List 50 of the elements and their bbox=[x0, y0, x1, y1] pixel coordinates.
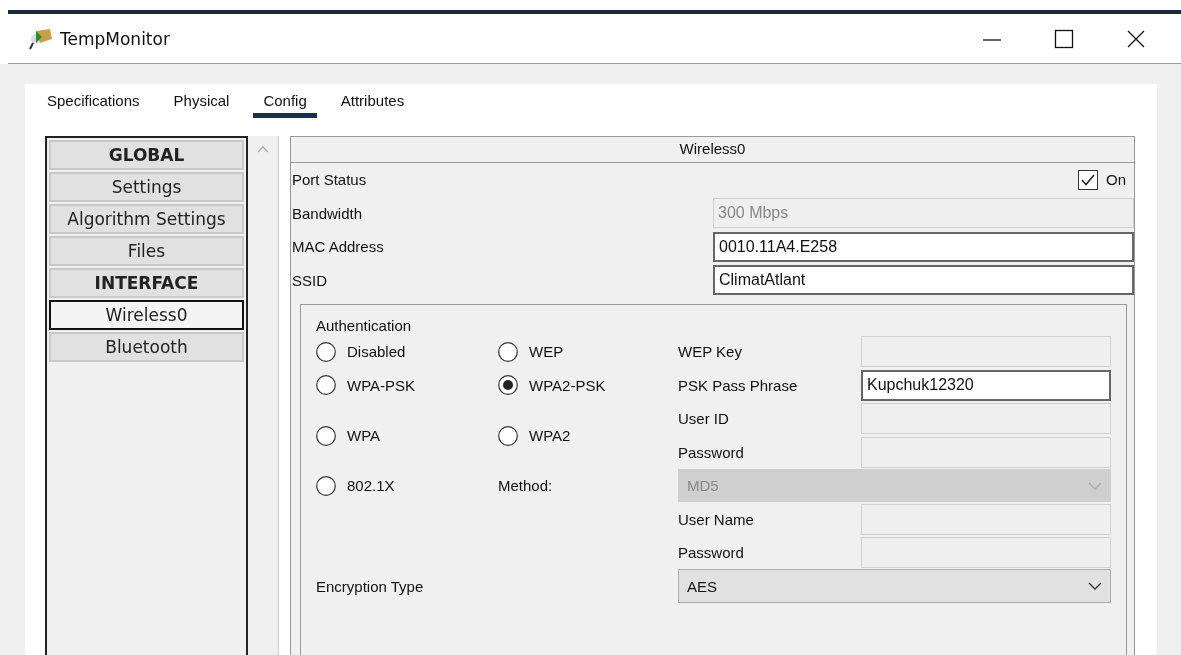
radio-button[interactable] bbox=[498, 425, 518, 446]
close-icon[interactable] bbox=[1126, 28, 1146, 49]
radio-label: WPA-PSK bbox=[347, 376, 416, 394]
radio-label: Disabled bbox=[347, 343, 406, 361]
radio-button[interactable] bbox=[316, 375, 336, 396]
radio-button[interactable] bbox=[498, 375, 518, 396]
radio-button[interactable] bbox=[498, 341, 518, 362]
radio-label: WEP bbox=[529, 343, 564, 361]
radio-label: WPA bbox=[347, 427, 381, 444]
sidebar-item[interactable]: Files bbox=[49, 236, 244, 266]
field-label: MAC Address bbox=[291, 238, 384, 256]
field-label: Encryption Type bbox=[316, 577, 425, 595]
radio-button[interactable] bbox=[316, 475, 336, 496]
tab[interactable]: Attributes bbox=[330, 88, 415, 118]
radio-label: WPA2-PSK bbox=[529, 376, 606, 394]
sidebar-item[interactable]: Bluetooth bbox=[49, 332, 244, 362]
field-label: WEP Key bbox=[678, 343, 743, 361]
encryption-dropdown[interactable]: AES bbox=[678, 569, 1111, 604]
chevron-down-icon bbox=[1088, 582, 1102, 591]
field-label: Password bbox=[678, 443, 745, 461]
field-label: Method: bbox=[498, 477, 554, 495]
window-title: TempMonitor bbox=[60, 28, 170, 49]
chevron-down-icon bbox=[1088, 481, 1102, 490]
sidebar-item[interactable]: Settings bbox=[49, 172, 244, 202]
field-label: Port Status bbox=[291, 171, 367, 189]
input-field[interactable]: Kupchuk12320 bbox=[861, 369, 1111, 401]
sidebar-item[interactable]: Wireless0 bbox=[49, 300, 244, 330]
radio-button[interactable] bbox=[316, 341, 336, 362]
radio-label: WPA2 bbox=[529, 427, 571, 444]
group-title: Authentication bbox=[316, 317, 412, 334]
checkbox-label: On bbox=[1106, 171, 1126, 189]
tab[interactable]: Specifications bbox=[47, 88, 150, 118]
input-field[interactable]: ClimatAtlant bbox=[713, 265, 1134, 296]
sidebar-item[interactable]: Algorithm Settings bbox=[49, 204, 244, 234]
field-label: User Name bbox=[678, 510, 755, 528]
checkbox[interactable] bbox=[1078, 169, 1098, 190]
field-label: SSID bbox=[291, 271, 327, 289]
sidebar-item[interactable]: GLOBAL bbox=[49, 140, 244, 170]
maximize-icon[interactable] bbox=[1054, 28, 1074, 49]
field-label: Password bbox=[678, 544, 745, 562]
tab[interactable]: Physical bbox=[163, 88, 240, 118]
panel-title: Wireless0 bbox=[291, 137, 1134, 163]
sidebar-item[interactable]: INTERFACE bbox=[49, 268, 244, 298]
field-label: User ID bbox=[678, 410, 730, 428]
radio-label: 802.1X bbox=[347, 477, 395, 495]
field-label: Bandwidth bbox=[291, 204, 363, 222]
field-label: PSK Pass Phrase bbox=[678, 376, 799, 394]
input-field[interactable]: 0010.11A4.E258 bbox=[713, 231, 1134, 262]
radio-button[interactable] bbox=[316, 425, 336, 446]
app-icon bbox=[28, 26, 54, 51]
